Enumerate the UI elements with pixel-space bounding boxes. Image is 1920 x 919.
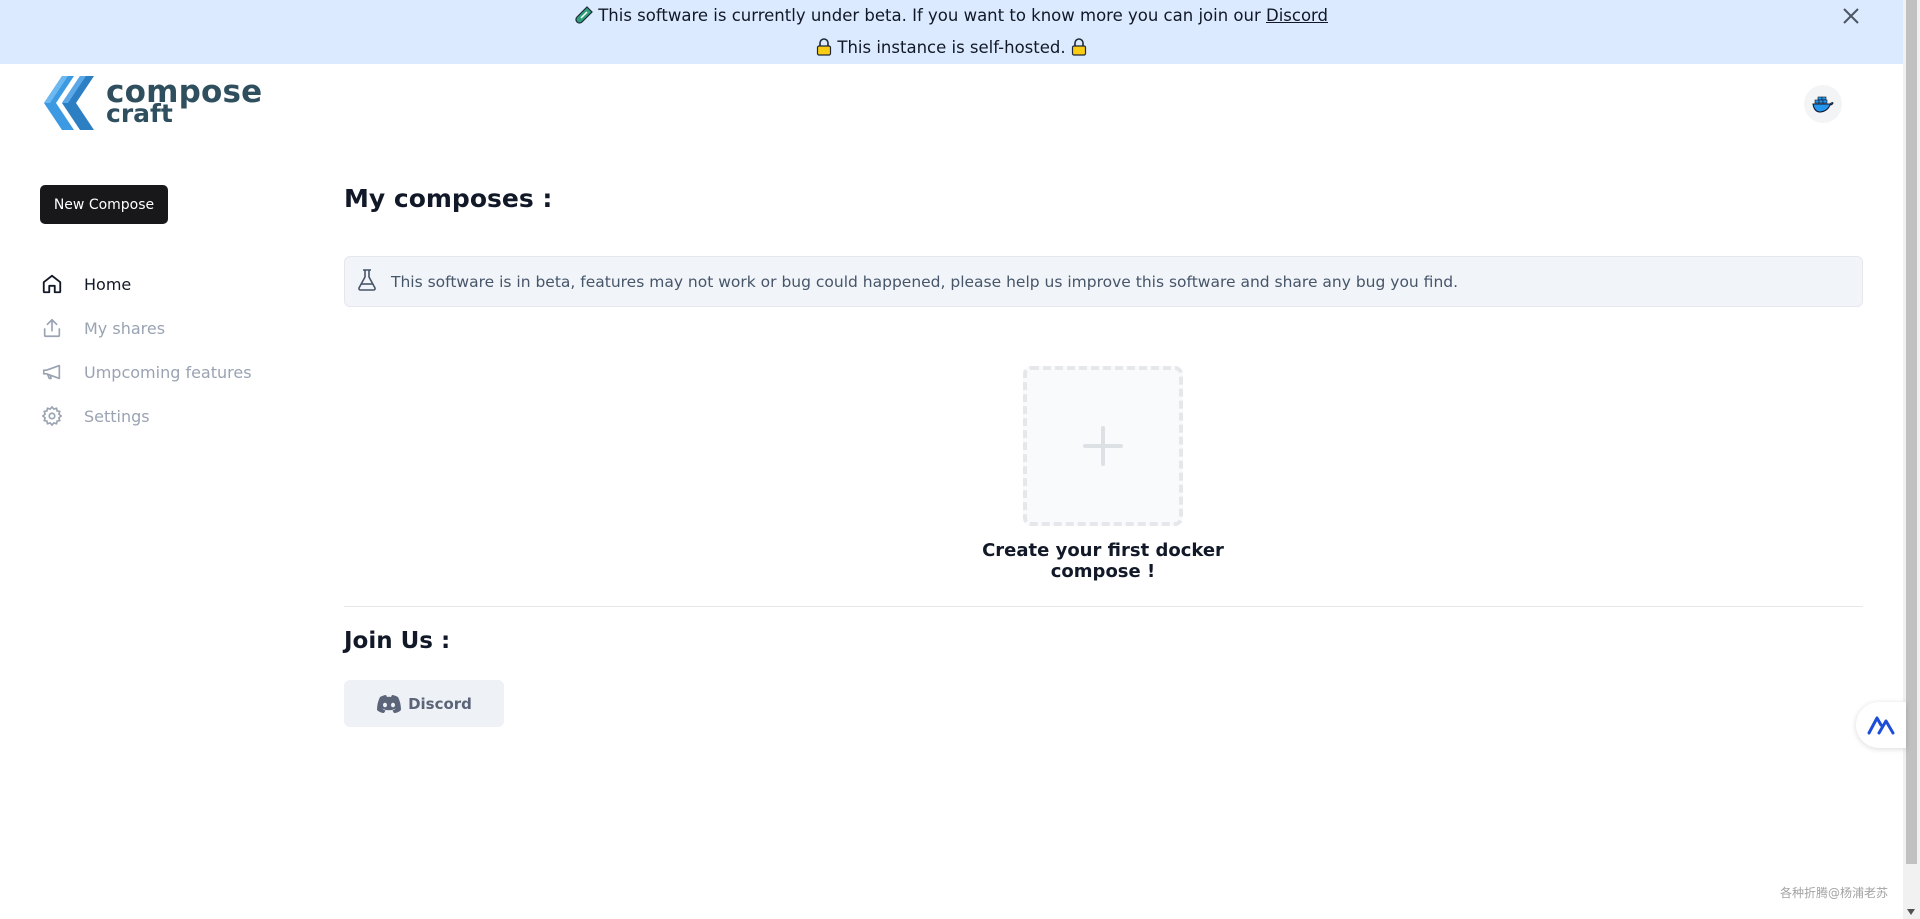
floating-assistant-button[interactable] [1856, 702, 1906, 748]
home-icon [40, 272, 64, 296]
beta-alert-text: This software is in beta, features may n… [391, 272, 1459, 291]
page-title: My composes : [344, 184, 553, 213]
banner-self-hosted-text: This instance is self-hosted. [837, 38, 1066, 57]
beta-banner: This software is currently under beta. I… [0, 0, 1903, 64]
sidebar-item-upcoming-features[interactable]: Umpcoming features [40, 350, 252, 394]
section-divider [344, 606, 1863, 607]
close-icon [1843, 8, 1859, 24]
plus-icon [1083, 426, 1123, 466]
banner-line-self-hosted: This instance is self-hosted. [0, 36, 1903, 63]
sidebar-item-settings[interactable]: Settings [40, 394, 252, 438]
sidebar-item-label: My shares [84, 318, 166, 338]
sidebar-item-label: Home [84, 274, 132, 294]
discord-button-label: Discord [408, 694, 472, 713]
gear-icon [40, 404, 64, 428]
share-icon [40, 316, 64, 340]
lock-icon [1071, 38, 1087, 63]
watermark-text: 各种折腾@杨浦老苏 [1780, 886, 1889, 900]
banner-close-button[interactable] [1839, 4, 1863, 28]
flask-icon [357, 268, 377, 295]
create-compose-tile[interactable] [1023, 366, 1183, 526]
sidebar-item-label: Umpcoming features [84, 362, 252, 382]
test-tube-icon [575, 6, 593, 31]
create-first-compose-label: Create your first docker compose ! [982, 540, 1224, 582]
new-compose-button[interactable]: New Compose [40, 185, 168, 224]
discord-button[interactable]: Discord [344, 680, 504, 727]
beta-alert: This software is in beta, features may n… [344, 256, 1863, 307]
scroll-down-arrow[interactable] [1907, 909, 1915, 915]
banner-discord-link[interactable]: Discord [1266, 6, 1328, 25]
compose-craft-logo-icon [44, 76, 94, 130]
sidebar-nav: Home My shares Umpcoming features Settin… [40, 262, 252, 438]
banner-beta-text: This software is currently under beta. I… [598, 6, 1261, 25]
scrollbar-thumb[interactable] [1906, 0, 1917, 864]
user-avatar[interactable] [1804, 85, 1842, 123]
megaphone-icon [40, 360, 64, 384]
sidebar-item-label: Settings [84, 406, 150, 426]
page-scrollbar[interactable] [1903, 0, 1920, 919]
assistant-logo-icon [1867, 716, 1895, 735]
app-logo[interactable]: compose craft [40, 74, 262, 132]
docker-whale-icon [1812, 96, 1834, 113]
sidebar-item-my-shares[interactable]: My shares [40, 306, 252, 350]
lock-icon [816, 38, 832, 63]
sidebar-item-home[interactable]: Home [40, 262, 252, 306]
banner-line-beta: This software is currently under beta. I… [0, 4, 1903, 31]
discord-icon [377, 694, 402, 713]
join-us-title: Join Us : [344, 628, 451, 654]
